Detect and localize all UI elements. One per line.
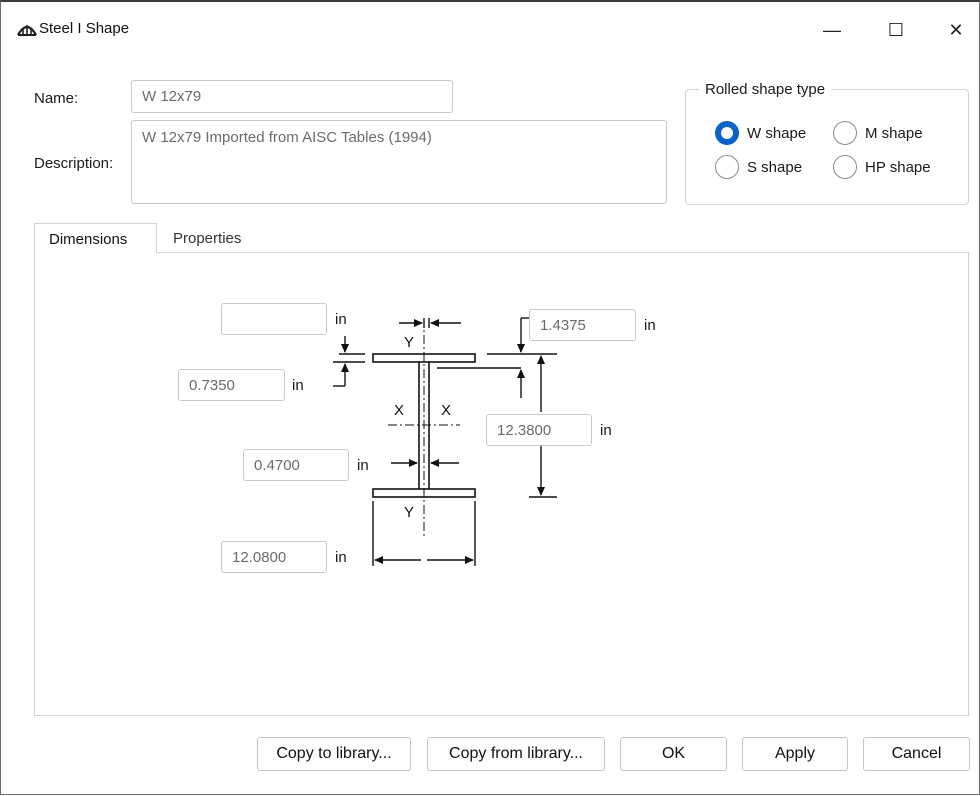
tab-dimensions[interactable]: Dimensions bbox=[34, 223, 157, 253]
i-beam-diagram: Y Y X X bbox=[333, 317, 557, 566]
axis-x-left-label: X bbox=[394, 402, 404, 419]
ok-button[interactable]: OK bbox=[620, 737, 727, 771]
steel-i-shape-dialog: Steel I Shape — ☐ ✕ Name: Description: W… bbox=[0, 0, 980, 795]
copy-from-library-button[interactable]: Copy from library... bbox=[427, 737, 605, 771]
unit-label: in bbox=[335, 549, 347, 566]
top-flange-thickness-input[interactable] bbox=[178, 369, 285, 401]
copy-to-library-button[interactable]: Copy to library... bbox=[257, 737, 411, 771]
bottom-flange-width-input[interactable] bbox=[221, 541, 327, 573]
unit-label: in bbox=[644, 317, 656, 334]
apply-button[interactable]: Apply bbox=[742, 737, 848, 771]
axis-y-bottom-label: Y bbox=[404, 504, 414, 521]
k-distance-input[interactable] bbox=[529, 309, 636, 341]
depth-input[interactable] bbox=[486, 414, 592, 446]
unit-label: in bbox=[357, 457, 369, 474]
axis-x-right-label: X bbox=[441, 402, 451, 419]
unit-label: in bbox=[335, 311, 347, 328]
cancel-button[interactable]: Cancel bbox=[863, 737, 970, 771]
unit-label: in bbox=[292, 377, 304, 394]
unit-label: in bbox=[600, 422, 612, 439]
web-thickness-input[interactable] bbox=[243, 449, 349, 481]
axis-y-top-label: Y bbox=[404, 334, 414, 351]
top-flange-width-input[interactable] bbox=[221, 303, 327, 335]
